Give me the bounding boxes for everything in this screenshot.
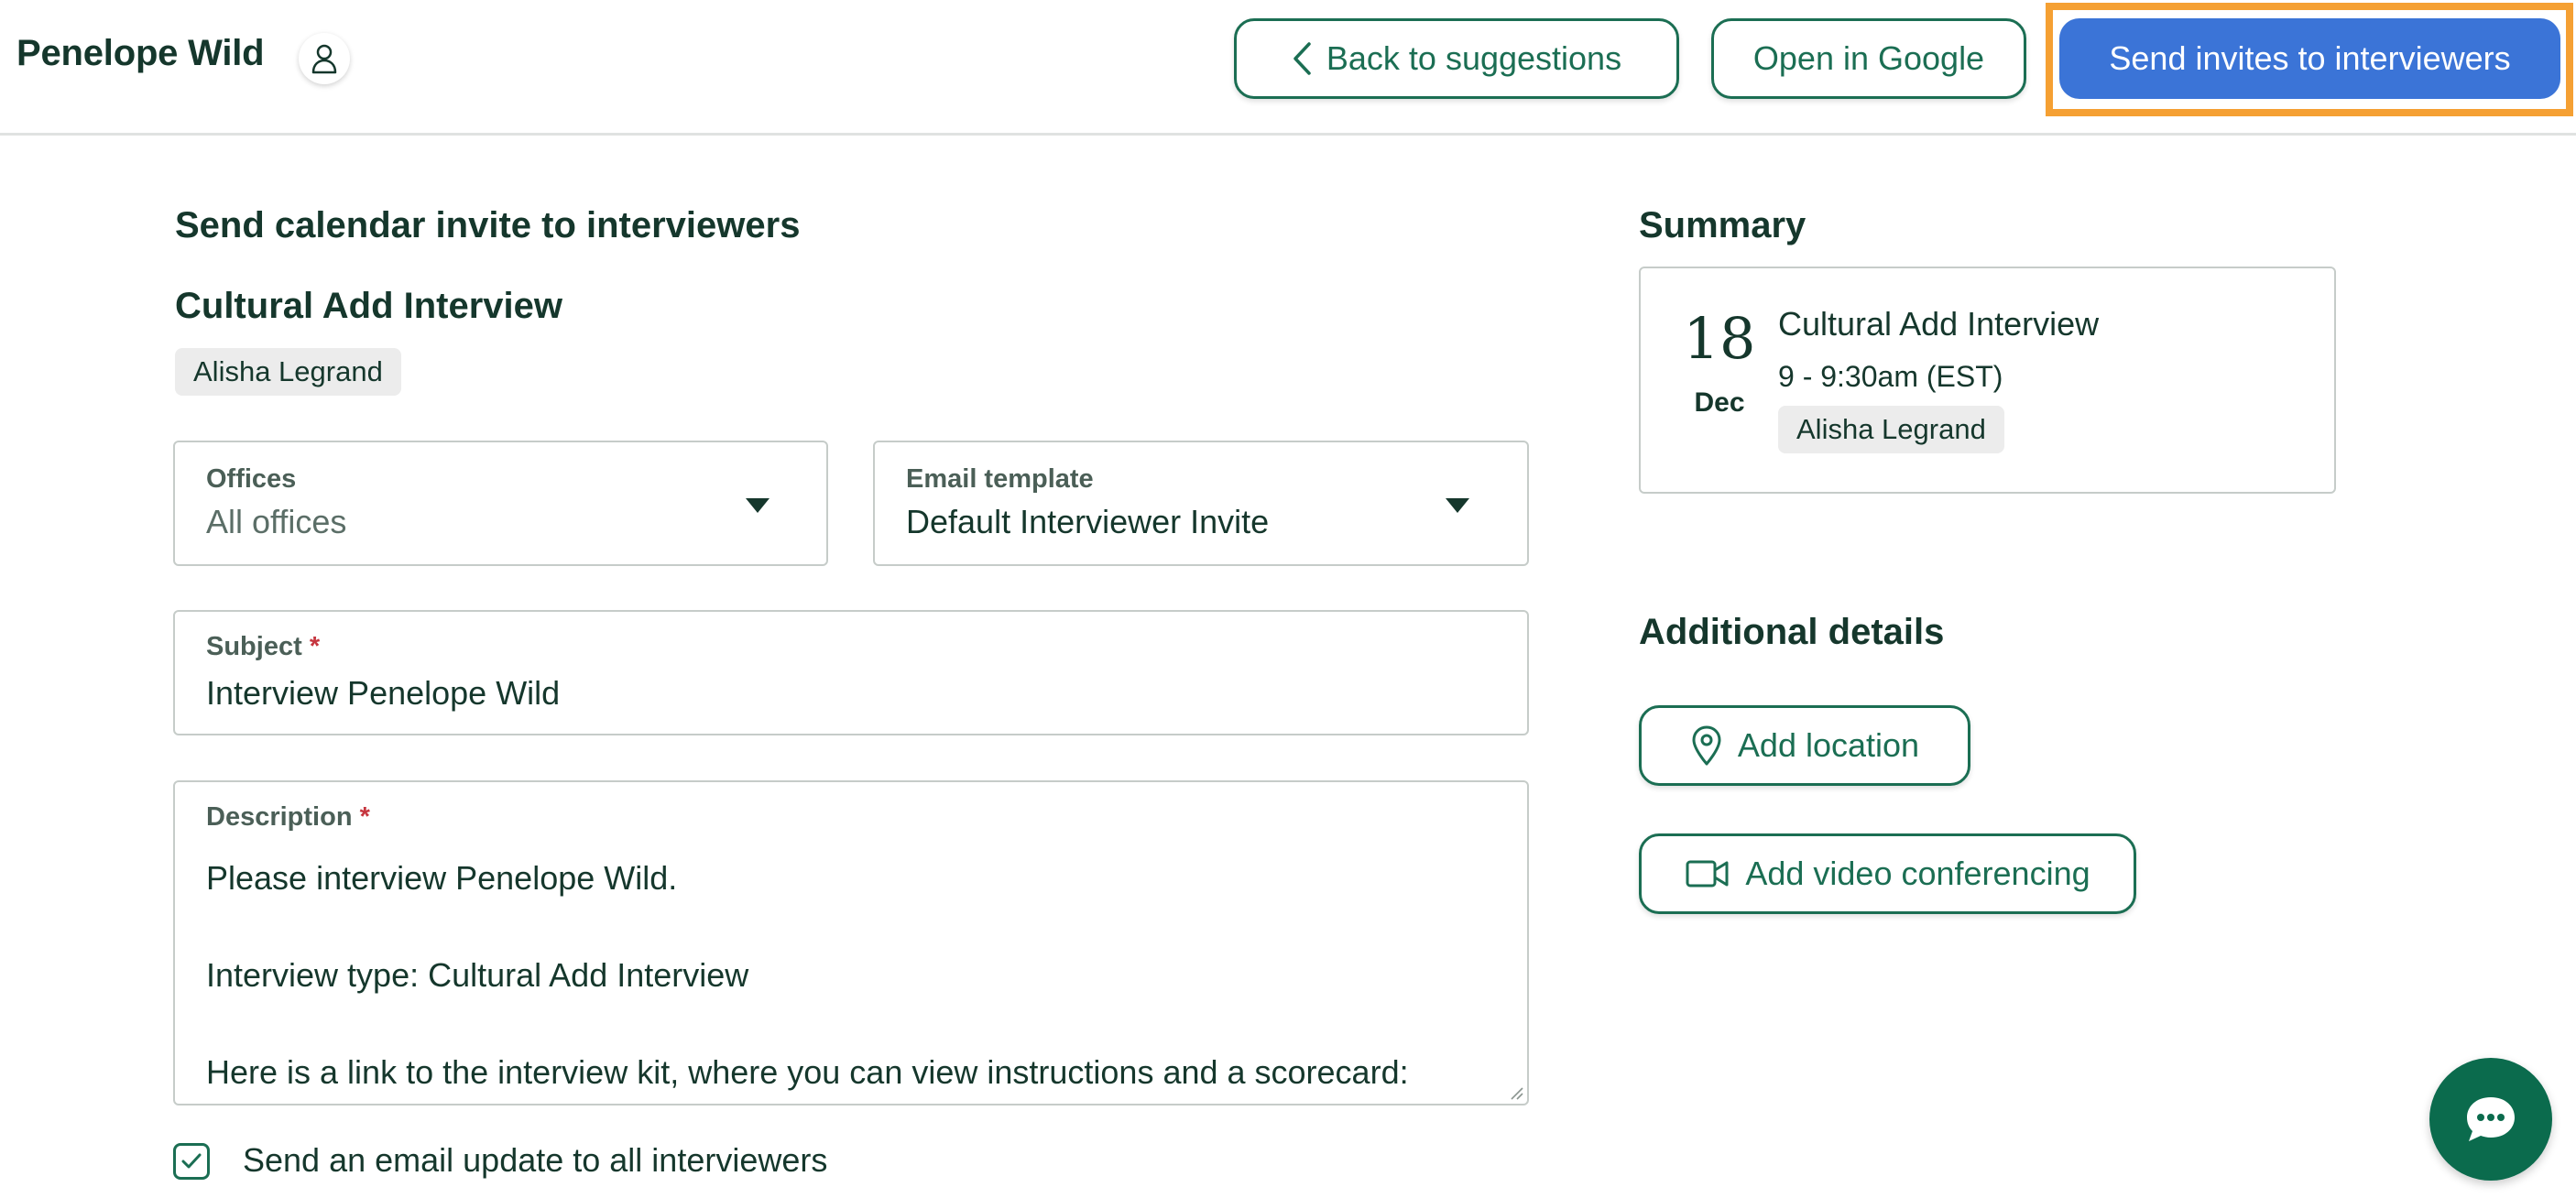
- candidate-name: Penelope Wild: [16, 33, 265, 73]
- add-location-label: Add location: [1737, 726, 1920, 764]
- summary-day: 18: [1683, 305, 1756, 372]
- resize-grip-icon[interactable]: [1509, 1085, 1523, 1100]
- map-pin-icon: [1692, 725, 1721, 766]
- chat-button[interactable]: [2429, 1058, 2552, 1181]
- summary-card: 18 Dec Cultural Add Interview 9 - 9:30am…: [1639, 267, 2336, 494]
- interviewer-tag: Alisha Legrand: [175, 348, 401, 396]
- back-button-label: Back to suggestions: [1326, 39, 1622, 77]
- additional-details-heading: Additional details: [1639, 612, 1945, 652]
- checkmark-icon: [181, 1153, 202, 1169]
- caret-down-icon: [1446, 498, 1469, 513]
- subject-field[interactable]: Subject * Interview Penelope Wild: [173, 610, 1529, 735]
- required-mark: *: [309, 632, 321, 661]
- send-button-label: Send invites to interviewers: [2109, 39, 2511, 77]
- email-template-value: Default Interviewer Invite: [906, 503, 1270, 540]
- schedule-invite-page: Penelope Wild Back to suggestions Open i…: [0, 0, 2576, 1198]
- required-mark: *: [359, 802, 370, 832]
- description-label: Description *: [206, 802, 370, 833]
- caret-down-icon: [746, 498, 770, 513]
- open-in-google-button[interactable]: Open in Google: [1711, 18, 2026, 99]
- email-update-label: Send an email update to all interviewers: [243, 1141, 828, 1179]
- summary-month: Dec: [1694, 387, 1745, 418]
- back-to-suggestions-button[interactable]: Back to suggestions: [1234, 18, 1679, 99]
- form-heading: Send calendar invite to interviewers: [175, 205, 801, 245]
- chevron-left-icon: [1293, 42, 1311, 75]
- add-video-label: Add video conferencing: [1745, 855, 2090, 892]
- add-video-conferencing-button[interactable]: Add video conferencing: [1639, 833, 2136, 914]
- description-value: Please interview Penelope Wild. Intervie…: [206, 859, 1409, 1091]
- chat-bubble-icon: [2467, 1097, 2515, 1141]
- offices-value: All offices: [206, 503, 347, 540]
- summary-title: Cultural Add Interview: [1778, 305, 2100, 343]
- email-update-checkbox[interactable]: [173, 1143, 210, 1180]
- email-template-label: Email template: [906, 464, 1094, 494]
- description-label-text: Description: [206, 802, 353, 832]
- email-template-select[interactable]: Email template Default Interviewer Invit…: [873, 441, 1529, 566]
- summary-time: 9 - 9:30am (EST): [1778, 360, 2003, 393]
- summary-heading: Summary: [1639, 205, 1806, 245]
- subject-value: Interview Penelope Wild: [206, 674, 561, 712]
- offices-select[interactable]: Offices All offices: [173, 441, 828, 566]
- top-bar: Penelope Wild Back to suggestions Open i…: [0, 0, 2576, 136]
- person-icon: [311, 44, 337, 74]
- add-location-button[interactable]: Add location: [1639, 705, 1970, 786]
- subject-label-text: Subject: [206, 632, 302, 661]
- offices-label: Offices: [206, 464, 297, 494]
- interview-name: Cultural Add Interview: [175, 286, 563, 326]
- video-camera-icon: [1686, 860, 1729, 888]
- profile-button[interactable]: [299, 33, 350, 84]
- summary-interviewer-tag: Alisha Legrand: [1778, 406, 2004, 453]
- subject-label: Subject *: [206, 632, 320, 662]
- description-field[interactable]: Description * Please interview Penelope …: [173, 780, 1529, 1105]
- send-invites-button[interactable]: Send invites to interviewers: [2059, 18, 2560, 99]
- google-button-label: Open in Google: [1752, 39, 1985, 77]
